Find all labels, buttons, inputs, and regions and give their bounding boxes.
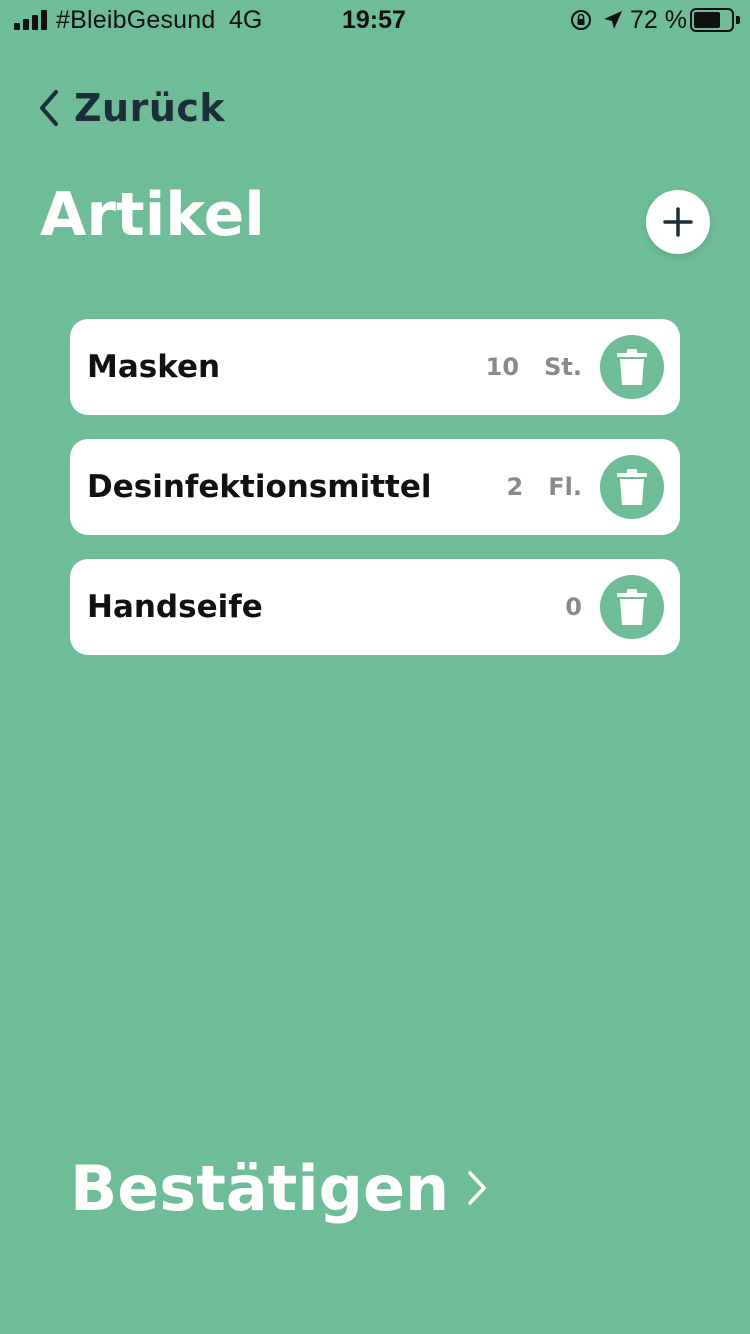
- chevron-right-icon: [468, 1171, 486, 1205]
- trash-icon: [617, 349, 647, 385]
- quantity-unit: Fl.: [548, 473, 582, 501]
- status-bar: #BleibGesund 4G 19:57 72 %: [0, 0, 750, 40]
- orientation-lock-icon: [571, 10, 591, 30]
- delete-item-button[interactable]: [600, 335, 664, 399]
- screen: #BleibGesund 4G 19:57 72 % Zurück Artike…: [0, 0, 750, 1334]
- back-label: Zurück: [74, 86, 226, 130]
- add-item-button[interactable]: [646, 190, 710, 254]
- plus-icon: [663, 207, 693, 237]
- network-type: 4G: [229, 6, 263, 34]
- location-arrow-icon: [604, 11, 622, 29]
- trash-icon: [617, 469, 647, 505]
- quantity-value: 0: [565, 593, 582, 621]
- item-list: Masken 10 St. Desinfektionsmittel 2 Fl.: [70, 319, 680, 679]
- list-item[interactable]: Handseife 0: [70, 559, 680, 655]
- list-item[interactable]: Desinfektionsmittel 2 Fl.: [70, 439, 680, 535]
- quantity-value: 10: [485, 353, 520, 381]
- delete-item-button[interactable]: [600, 455, 664, 519]
- quantity-unit: St.: [544, 353, 582, 381]
- confirm-label: Bestätigen: [70, 1151, 450, 1225]
- carrier-name: #BleibGesund: [56, 6, 216, 34]
- item-name: Desinfektionsmittel: [87, 469, 432, 505]
- item-quantity: 10 St.: [486, 319, 582, 415]
- item-name: Masken: [87, 349, 221, 385]
- battery-icon: [690, 8, 740, 32]
- page-title: Artikel: [40, 180, 265, 250]
- item-name: Handseife: [87, 589, 263, 625]
- item-quantity: 0: [565, 559, 582, 655]
- confirm-button[interactable]: Bestätigen: [70, 1148, 487, 1228]
- signal-icon: [14, 10, 48, 30]
- trash-icon: [617, 589, 647, 625]
- list-item[interactable]: Masken 10 St.: [70, 319, 680, 415]
- back-button[interactable]: Zurück: [36, 80, 225, 136]
- status-time: 19:57: [342, 6, 406, 34]
- item-quantity: 2 Fl.: [506, 439, 582, 535]
- battery-percent: 72 %: [630, 6, 687, 34]
- quantity-value: 2: [506, 473, 524, 501]
- chevron-left-icon: [40, 90, 58, 126]
- delete-item-button[interactable]: [600, 575, 664, 639]
